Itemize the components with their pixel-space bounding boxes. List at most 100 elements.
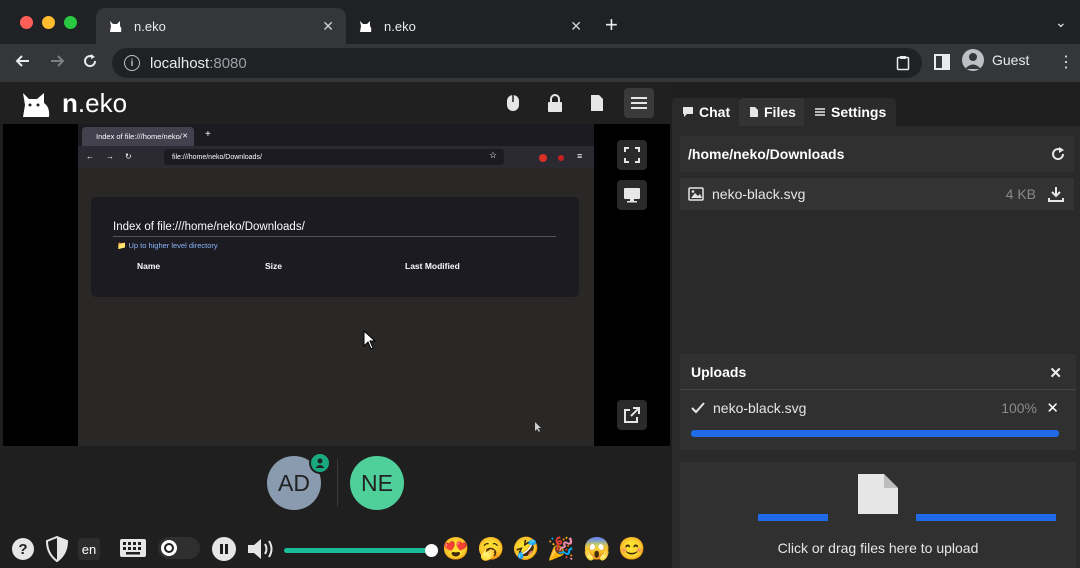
browser-tab-1[interactable]: n.eko ✕ [96, 8, 346, 44]
autoplay-toggle[interactable] [158, 537, 200, 559]
resolution-button[interactable] [617, 180, 647, 210]
shield-icon[interactable] [46, 536, 68, 562]
header-actions [498, 88, 654, 118]
download-icon[interactable] [1048, 186, 1064, 205]
remote-tab-close-icon[interactable]: ✕ [182, 132, 188, 140]
remote-forward-icon[interactable]: → [106, 152, 114, 161]
app-header: n .eko [0, 82, 670, 124]
forward-button[interactable] [48, 52, 66, 75]
file-row[interactable]: neko-black.svg 4 KB [680, 178, 1074, 210]
pause-button[interactable] [211, 536, 237, 562]
keyboard-icon[interactable] [119, 538, 147, 558]
column-name[interactable]: Name [137, 261, 160, 271]
upload-percent: 100% [1001, 400, 1037, 416]
emoji-smiling[interactable]: 😊 [618, 535, 646, 563]
reload-button[interactable] [81, 52, 99, 75]
tab-files[interactable]: Files [739, 98, 806, 126]
back-button[interactable] [14, 52, 32, 75]
column-last-modified[interactable]: Last Modified [405, 261, 460, 271]
check-icon [691, 402, 705, 414]
directory-listing-card: Index of file:///home/neko/Downloads/ 📁 … [91, 197, 579, 297]
emoji-heart-eyes[interactable]: 😍 [442, 535, 470, 563]
close-tab-icon[interactable]: ✕ [322, 18, 334, 35]
file-size: 4 KB [1005, 186, 1036, 202]
drag-indicator-bar [758, 514, 828, 521]
uploads-header: Uploads ✕ [680, 354, 1076, 390]
tab-settings[interactable]: Settings [804, 98, 897, 126]
monitor-icon [624, 188, 640, 203]
menu-icon[interactable] [624, 88, 654, 118]
help-icon[interactable]: ? [11, 537, 35, 561]
upload-progress-bar [691, 430, 1059, 437]
remote-bookmark-star-icon[interactable]: ☆ [489, 150, 497, 161]
neko-favicon-icon [358, 18, 374, 34]
profile-button[interactable]: Guest [962, 49, 1029, 71]
mouse-cursor-icon [363, 330, 377, 350]
lock-icon[interactable] [540, 88, 570, 118]
fullscreen-button[interactable] [617, 140, 647, 170]
remote-tab[interactable]: Index of file:///home/neko/ ✕ [82, 127, 194, 146]
close-uploads-icon[interactable]: ✕ [1049, 364, 1062, 382]
logo-text-bold: n [62, 88, 78, 118]
tab-search-chevron-icon[interactable]: ⌄ [1055, 14, 1067, 31]
members-bar: AD NE [0, 446, 670, 524]
remote-extension-icon[interactable] [539, 154, 547, 162]
close-tab-icon[interactable]: ✕ [570, 18, 582, 35]
maximize-window-button[interactable] [64, 16, 77, 29]
panel-tabs: Chat Files Settings [672, 82, 1080, 126]
image-file-icon [688, 187, 704, 201]
site-info-icon[interactable]: i [124, 55, 140, 71]
remote-extension-icon[interactable] [558, 155, 564, 161]
browser-menu-icon[interactable]: ⋮ [1058, 52, 1074, 72]
url-port: :8080 [209, 54, 247, 72]
uploads-panel: Uploads ✕ neko-black.svg 100% ✕ [680, 354, 1076, 450]
address-bar[interactable]: i localhost:8080 [112, 48, 922, 78]
remote-tab-title: Index of file:///home/neko/ [96, 132, 182, 141]
up-directory-link[interactable]: 📁 Up to higher level directory [117, 241, 218, 250]
file-icon [750, 107, 758, 117]
remote-back-icon[interactable]: ← [86, 152, 94, 161]
refresh-icon[interactable] [1050, 146, 1066, 165]
emoji-yawning[interactable]: 🥱 [477, 535, 505, 563]
column-size[interactable]: Size [265, 261, 282, 271]
volume-slider[interactable] [284, 548, 432, 553]
volume-slider-thumb[interactable] [425, 544, 438, 557]
sliders-icon [815, 108, 825, 116]
emoji-screaming[interactable]: 😱 [583, 535, 611, 563]
remote-menu-icon[interactable]: ≡ [577, 151, 582, 161]
remove-upload-icon[interactable]: ✕ [1046, 399, 1059, 417]
dropzone-label: Click or drag files here to upload [777, 540, 979, 556]
remote-browser-screen[interactable]: Index of file:///home/neko/ ✕ + ← → ↻ fi… [78, 124, 594, 446]
emoji-rolling-laughing[interactable]: 🤣 [512, 535, 540, 563]
clipboard-icon[interactable] [896, 55, 910, 75]
drag-indicator-bar [916, 514, 1056, 521]
tab-chat[interactable]: Chat [672, 98, 741, 126]
lock-rotation-icon [164, 543, 174, 553]
neko-cat-icon [23, 92, 50, 117]
remote-tab-strip: Index of file:///home/neko/ ✕ + [78, 124, 594, 146]
browser-tab-2[interactable]: n.eko ✕ [346, 8, 594, 44]
remote-reload-icon[interactable]: ↻ [125, 152, 132, 161]
member-initials: NE [361, 469, 393, 496]
neko-app: n .eko Index of file:///home/neko/ ✕ + ←… [0, 82, 1080, 568]
language-selector[interactable]: en [78, 538, 100, 560]
logo-text: .eko [77, 88, 128, 118]
close-window-button[interactable] [20, 16, 33, 29]
members-divider [337, 459, 338, 507]
remote-video[interactable]: Index of file:///home/neko/ ✕ + ← → ↻ fi… [3, 124, 670, 446]
upload-dropzone[interactable]: Click or drag files here to upload [680, 462, 1076, 568]
member-avatar[interactable]: NE [350, 456, 404, 510]
side-panel-icon[interactable] [934, 54, 950, 75]
volume-icon[interactable] [246, 537, 278, 561]
remote-url-bar[interactable]: file:///home/neko/Downloads/ [164, 149, 504, 165]
tab-settings-label: Settings [831, 104, 887, 120]
remote-new-tab-icon[interactable]: + [205, 129, 211, 140]
file-icon[interactable] [582, 88, 612, 118]
minimize-window-button[interactable] [42, 16, 55, 29]
small-cursor-icon [535, 422, 541, 432]
new-tab-button[interactable]: + [605, 12, 618, 38]
emoji-party-popper[interactable]: 🎉 [547, 535, 575, 563]
guest-avatar-icon [962, 49, 984, 71]
mouse-icon[interactable] [498, 88, 528, 118]
popout-button[interactable] [617, 400, 647, 430]
